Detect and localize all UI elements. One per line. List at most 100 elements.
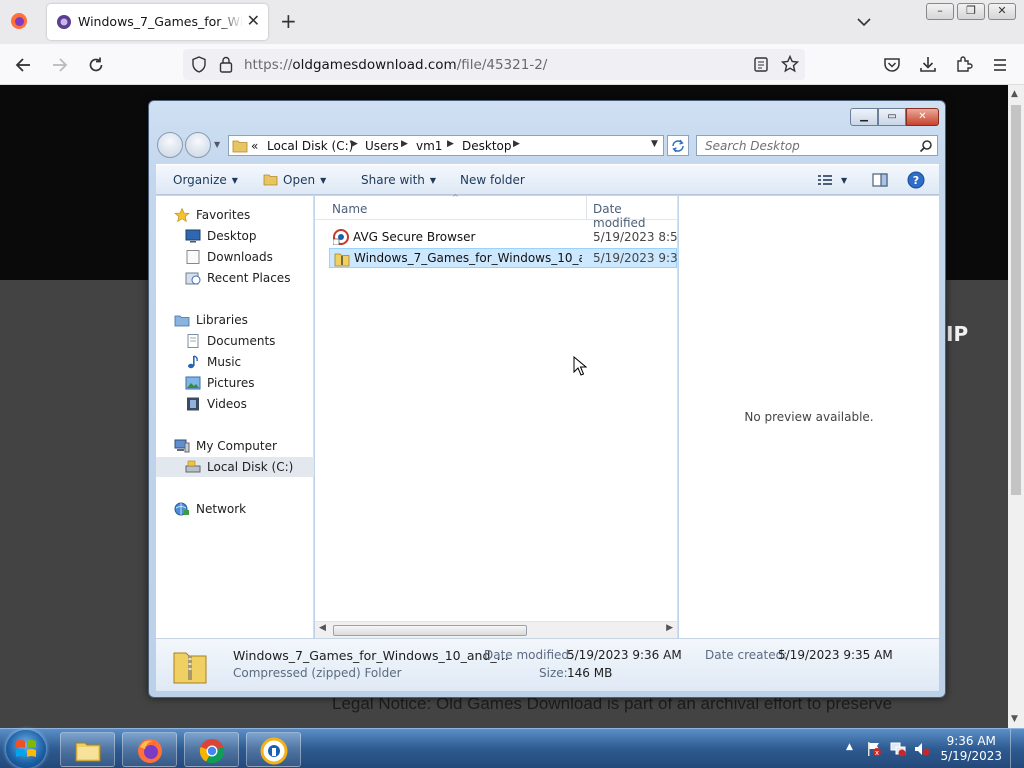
nav-music[interactable]: Music: [156, 352, 314, 372]
zip-folder-icon: [334, 253, 350, 267]
scroll-right-icon[interactable]: ▶: [666, 623, 673, 633]
search-input[interactable]: Search Desktop: [696, 135, 938, 156]
star-icon: [174, 208, 190, 222]
search-icon[interactable]: [919, 139, 933, 153]
breadcrumb-separator-icon[interactable]: ▶: [401, 139, 408, 149]
help-icon[interactable]: ?: [907, 171, 925, 189]
view-options-icon[interactable]: [817, 173, 833, 187]
horizontal-scrollbar[interactable]: ◀ ▶: [315, 621, 677, 638]
page-scrollbar[interactable]: ▲ ▼: [1008, 85, 1024, 728]
explorer-back-button[interactable]: [157, 132, 183, 158]
taskbar-avg-browser-button[interactable]: [246, 732, 301, 767]
downloads-icon[interactable]: [919, 55, 937, 73]
view-dropdown-icon[interactable]: ▼: [841, 176, 847, 185]
nav-local-disk[interactable]: Local Disk (C:): [156, 457, 314, 477]
breadcrumb-vm1[interactable]: vm1: [416, 139, 442, 153]
nav-desktop[interactable]: Desktop: [156, 226, 314, 246]
firefox-view-icon[interactable]: [10, 12, 28, 30]
nav-downloads[interactable]: Downloads: [156, 247, 314, 267]
explorer-minimize-button[interactable]: ▁: [850, 108, 878, 126]
restore-button[interactable]: ❐: [957, 3, 985, 20]
avg-browser-shortcut-icon: [333, 229, 349, 245]
nav-documents[interactable]: Documents: [156, 331, 314, 351]
pocket-icon[interactable]: [883, 56, 901, 74]
address-refresh-button[interactable]: [667, 135, 689, 156]
url-text: https://oldgamesdownload.com/file/45321-…: [244, 57, 548, 73]
explorer-window-controls: ▁ ▭ ✕: [850, 108, 939, 126]
back-arrow-icon[interactable]: [14, 56, 32, 74]
address-bar[interactable]: « Local Disk (C:) ▶ Users ▶ vm1 ▶ Deskto…: [228, 135, 664, 156]
horizontal-scrollbar-thumb[interactable]: [333, 625, 527, 636]
lock-icon[interactable]: [219, 56, 233, 73]
scroll-down-icon[interactable]: ▼: [1011, 714, 1018, 724]
show-hidden-icons-icon[interactable]: ▲: [846, 742, 853, 752]
clock-time: 9:36 AM: [946, 734, 996, 748]
nav-recent-places[interactable]: Recent Places: [156, 268, 314, 288]
computer-icon: [174, 439, 190, 453]
minimize-button[interactable]: –: [926, 3, 954, 20]
breadcrumb-separator-icon[interactable]: ▶: [447, 139, 454, 149]
explorer-close-button[interactable]: ✕: [906, 108, 939, 126]
breadcrumb-local-disk[interactable]: Local Disk (C:): [267, 139, 353, 153]
page-scrollbar-thumb[interactable]: [1011, 105, 1021, 495]
organize-button[interactable]: Organize ▼: [173, 173, 238, 187]
taskbar-chrome-button[interactable]: [184, 732, 239, 767]
reload-icon[interactable]: [87, 56, 105, 74]
reader-view-icon[interactable]: [753, 56, 769, 73]
show-desktop-button[interactable]: [1010, 729, 1024, 768]
address-dropdown-icon[interactable]: ▼: [651, 139, 658, 149]
explorer-folder-icon: [75, 742, 101, 762]
forward-arrow-icon[interactable]: [51, 56, 69, 74]
nav-network[interactable]: Network: [156, 499, 314, 519]
bookmark-star-icon[interactable]: [781, 55, 799, 73]
close-button[interactable]: ✕: [988, 3, 1016, 20]
nav-libraries[interactable]: Libraries: [156, 310, 314, 330]
scroll-left-icon[interactable]: ◀: [319, 623, 326, 633]
column-header-date-modified[interactable]: Date modified: [593, 202, 678, 230]
preview-pane-icon[interactable]: [872, 172, 888, 188]
taskbar-explorer-button[interactable]: [60, 732, 115, 767]
network-status-icon[interactable]: [890, 741, 906, 757]
recent-pages-chevron-icon[interactable]: ▼: [214, 140, 220, 149]
column-divider[interactable]: [677, 196, 678, 220]
documents-icon: [187, 334, 199, 348]
breadcrumb-overflow[interactable]: «: [251, 139, 258, 153]
start-button[interactable]: [6, 730, 46, 768]
menu-hamburger-icon[interactable]: [991, 56, 1009, 74]
list-all-tabs-icon[interactable]: [856, 14, 872, 30]
explorer-maximize-button[interactable]: ▭: [878, 108, 906, 126]
explorer-window: ▁ ▭ ✕ ▼ « Local Disk (C:) ▶ Users ▶ vm1 …: [148, 100, 946, 698]
nav-favorites[interactable]: Favorites: [156, 205, 314, 225]
taskbar-clock[interactable]: 9:36 AM 5/19/2023: [940, 734, 1002, 764]
url-bar[interactable]: https://oldgamesdownload.com/file/45321-…: [183, 49, 805, 80]
file-row-windows-7-games-zip[interactable]: Windows_7_Games_for_Windows_10_and... 5/…: [329, 248, 677, 268]
breadcrumb-separator-icon[interactable]: ▶: [351, 139, 358, 149]
scroll-up-icon[interactable]: ▲: [1011, 89, 1018, 99]
chrome-icon: [199, 739, 225, 764]
explorer-forward-button[interactable]: [185, 132, 211, 158]
breadcrumb-desktop[interactable]: Desktop: [462, 139, 512, 153]
svg-text:?: ?: [913, 174, 919, 187]
tab-close-icon[interactable]: ✕: [247, 12, 260, 30]
breadcrumb-users[interactable]: Users: [365, 139, 399, 153]
breadcrumb-separator-icon[interactable]: ▶: [513, 139, 520, 149]
new-tab-button[interactable]: +: [280, 10, 297, 32]
nav-my-computer[interactable]: My Computer: [156, 436, 314, 456]
share-with-button[interactable]: Share with ▼: [361, 173, 436, 187]
new-folder-button[interactable]: New folder: [460, 173, 525, 187]
nav-videos[interactable]: Videos: [156, 394, 314, 414]
tracking-shield-icon[interactable]: [191, 56, 207, 73]
nav-pictures[interactable]: Pictures: [156, 373, 314, 393]
avg-browser-icon: [260, 737, 288, 765]
file-row-avg-secure-browser[interactable]: AVG Secure Browser 5/19/2023 8:54 AM: [329, 227, 677, 247]
column-header-name[interactable]: Name: [332, 202, 367, 216]
extensions-icon[interactable]: [955, 55, 973, 73]
column-divider[interactable]: [586, 196, 587, 220]
mouse-cursor-icon: [573, 356, 587, 376]
action-center-flag-icon[interactable]: x: [866, 741, 882, 757]
open-button[interactable]: Open ▼: [263, 173, 326, 187]
volume-muted-icon[interactable]: [914, 741, 930, 757]
taskbar-firefox-button[interactable]: [122, 732, 177, 767]
browser-tab-active[interactable]: Windows_7_Games_for_Windows_10_and_11 ✕: [47, 4, 268, 40]
firefox-icon: [138, 739, 162, 763]
